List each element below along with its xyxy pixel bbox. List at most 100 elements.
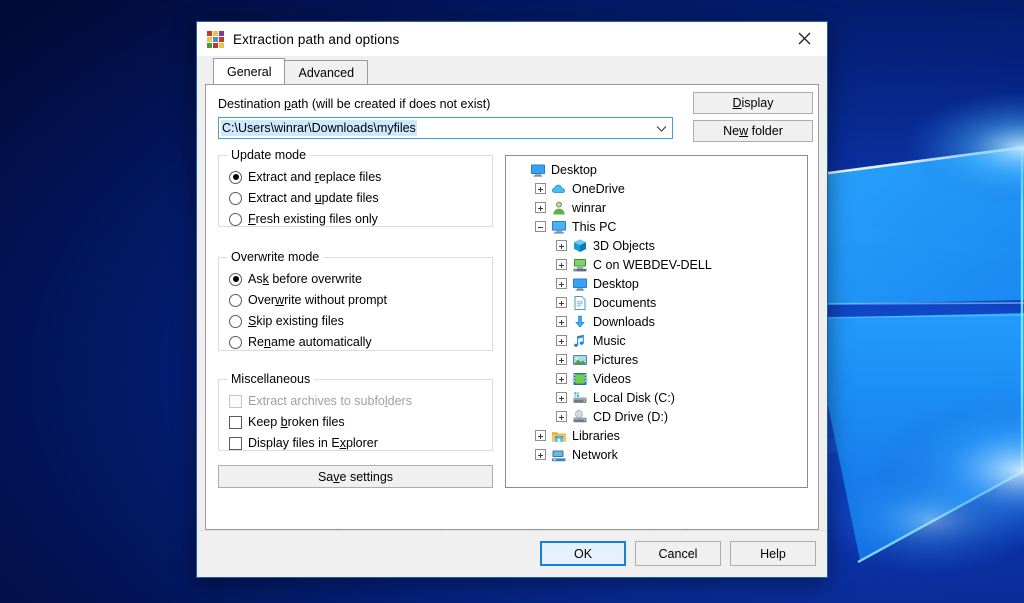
cd-drive-icon [572,409,588,425]
network-drive-icon [572,257,588,273]
expand-plus-icon[interactable] [535,449,546,460]
tree-item-label: 3D Objects [593,238,655,253]
new-folder-button[interactable]: New folder [693,120,813,142]
radio-icon [229,314,242,328]
documents-icon [574,295,586,310]
tree-item-label: CD Drive (D:) [593,409,668,424]
radio-icon [229,335,242,349]
expand-plus-icon[interactable] [535,183,546,194]
radio-fresh-existing-only[interactable]: Fresh existing files only [229,210,378,228]
harddisk-icon [573,391,587,403]
checkbox-keep-broken-files[interactable]: Keep broken files [229,413,345,431]
expand-plus-icon[interactable] [556,240,567,251]
cd-drive-icon [573,409,587,422]
destination-path-combo[interactable]: C:\Users\winrar\Downloads\myfiles [218,117,673,139]
libraries-icon [551,428,567,444]
tree-item[interactable]: Music [506,331,807,350]
tab-advanced-label: Advanced [298,65,355,80]
documents-icon [572,295,588,311]
tree-item[interactable]: Desktop [506,274,807,293]
checkbox-icon [229,394,242,408]
expand-plus-icon[interactable] [535,202,546,213]
3dobjects-icon [574,239,586,252]
radio-ask-before-overwrite[interactable]: Ask before overwrite [229,270,362,288]
tree-item-label: Documents [593,295,657,310]
download-arrow-icon [575,315,585,328]
winrar-books-icon [207,30,224,48]
tree-item-label: Videos [593,371,631,386]
window-title: Extraction path and options [233,31,400,47]
tab-advanced[interactable]: Advanced [284,60,369,84]
tree-item[interactable]: C on WEBDEV-DELL [506,255,807,274]
expand-plus-icon[interactable] [556,392,567,403]
tab-general[interactable]: General [213,58,286,84]
music-note-icon [572,333,588,349]
expand-plus-icon[interactable] [556,373,567,384]
video-icon [573,372,587,385]
tree-item[interactable]: Desktop [506,160,807,179]
overwrite-mode-title: Overwrite mode [227,250,324,264]
tree-item[interactable]: CD Drive (D:) [506,407,807,426]
destination-path-label: Destination path (will be created if doe… [218,97,491,111]
tree-item-label: Music [593,333,626,348]
close-icon[interactable] [781,22,827,55]
tree-item-label: Desktop [551,162,597,177]
chevron-down-icon[interactable] [650,125,672,132]
radio-rename-automatically[interactable]: Rename automatically [229,333,372,351]
tree-item[interactable]: Videos [506,369,807,388]
radio-extract-and-update[interactable]: Extract and update files [229,189,379,207]
tree-item[interactable]: This PC [506,217,807,236]
help-button[interactable]: Help [730,541,816,566]
tree-item-label: OneDrive [572,181,625,196]
expand-plus-icon[interactable] [556,335,567,346]
title-bar: Extraction path and options [197,22,827,56]
tree-item[interactable]: Downloads [506,312,807,331]
checkbox-extract-archives-to-subfolders: Extract archives to subfolders [229,392,412,410]
expand-plus-icon[interactable] [556,259,567,270]
update-mode-group: Update mode Extract and replace files Ex… [218,148,493,228]
expand-plus-icon[interactable] [556,278,567,289]
monitor-icon [572,276,588,292]
tree-item[interactable]: OneDrive [506,179,807,198]
monitor-icon [573,278,587,291]
expand-plus-icon[interactable] [556,316,567,327]
user-icon [553,201,565,214]
folder-tree[interactable]: Desktop OneDrive winrar This PC 3D Objects C … [505,155,808,488]
radio-extract-and-replace[interactable]: Extract and replace files [229,168,381,186]
user-icon [551,200,567,216]
cloud-icon [552,184,565,193]
collapse-minus-icon[interactable] [535,221,546,232]
libraries-icon [552,431,566,442]
tree-item-label: This PC [572,219,617,234]
tree-item[interactable]: Network [506,445,807,464]
radio-overwrite-without-prompt[interactable]: Overwrite without prompt [229,291,387,309]
expand-plus-icon[interactable] [535,430,546,441]
expand-plus-icon[interactable] [556,411,567,422]
general-tab-panel: Destination path (will be created if doe… [205,84,819,530]
tree-item-label: Libraries [572,428,620,443]
radio-icon [229,272,242,286]
destination-path-value: C:\Users\winrar\Downloads\myfiles [221,120,417,136]
radio-skip-existing-files[interactable]: Skip existing files [229,312,344,330]
tree-item[interactable]: Pictures [506,350,807,369]
cancel-button[interactable]: Cancel [635,541,721,566]
ok-button[interactable]: OK [540,541,626,566]
tree-item[interactable]: 3D Objects [506,236,807,255]
checkbox-display-files-in-explorer[interactable]: Display files in Explorer [229,434,378,452]
tree-item[interactable]: Local Disk (C:) [506,388,807,407]
3dobjects-icon [572,238,588,254]
expand-plus-icon[interactable] [556,354,567,365]
expand-plus-icon[interactable] [556,297,567,308]
network-drive-icon [573,258,587,271]
checkbox-icon [229,415,242,429]
tree-item[interactable]: Documents [506,293,807,312]
network-icon [551,447,567,463]
save-settings-button[interactable]: Save settings [218,465,493,488]
network-icon [552,450,566,461]
radio-icon [229,170,242,184]
monitor-icon [530,162,546,178]
display-button[interactable]: Display [693,92,813,114]
overwrite-mode-group: Overwrite mode Ask before overwrite Over… [218,250,493,351]
tree-item[interactable]: winrar [506,198,807,217]
tree-item[interactable]: Libraries [506,426,807,445]
